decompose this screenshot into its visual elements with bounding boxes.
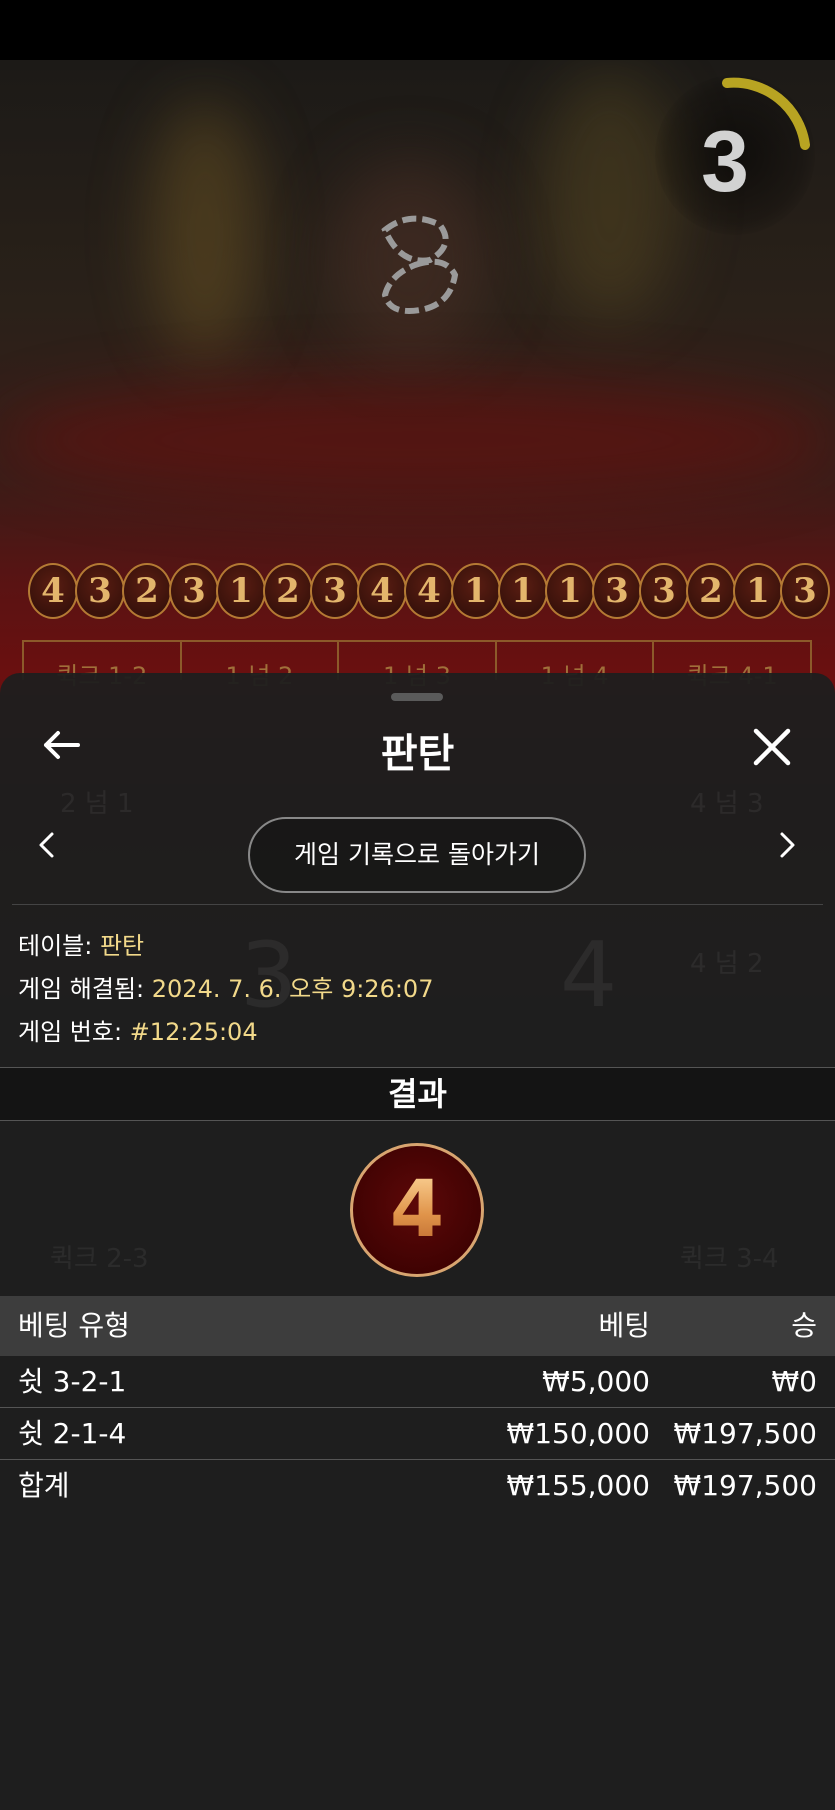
col-bet-type: 베팅 유형 [18,1309,130,1342]
divider [12,904,823,905]
history-chip: 1 [545,563,595,619]
history-chip: 3 [75,563,125,619]
result-chip: 4 [350,1143,484,1277]
result-history-strip: 43231234411133213 [28,563,835,619]
col-win: 승 [791,1309,817,1342]
previous-game-chevron-icon[interactable] [30,828,64,862]
table-label: 테이블: [18,932,93,960]
resolved-label: 게임 해결됨: [18,975,145,1003]
col-bet: 베팅 [598,1309,650,1342]
history-chip: 3 [310,563,360,619]
history-chip: 1 [498,563,548,619]
countdown-timer: 3 [655,75,815,235]
history-chip: 4 [357,563,407,619]
sheet-title: 판탄 [380,731,455,777]
table-value: 판탄 [99,932,145,960]
win-amount-cell: ₩197,500 [673,1417,817,1450]
bet-table-header: 베팅 유형 베팅 승 [0,1296,835,1356]
table-info: 테이블: 판탄 [18,926,144,961]
history-chip: 1 [733,563,783,619]
loading-logo-icon [381,215,459,314]
win-amount-cell: ₩0 [771,1365,818,1398]
timer-value: 3 [701,114,749,210]
table-total-row: 합계 ₩155,000 ₩197,500 [0,1460,835,1512]
game-detail-sheet: 2 넘 1 4 넘 3 3 4 4 넘 2 퀵크 2-3 퀵크 3-4 판탄 게… [0,673,835,1810]
history-chip: 3 [169,563,219,619]
status-bar [0,0,835,60]
game-number-label: 게임 번호: [18,1018,123,1046]
next-game-chevron-icon[interactable] [770,828,804,862]
close-button[interactable] [750,725,794,769]
bet-amount-cell: ₩5,000 [542,1365,650,1398]
history-chip: 4 [28,563,78,619]
bet-type-cell: 쉿 2-1-4 [18,1417,127,1450]
history-chip: 2 [122,563,172,619]
history-chip: 3 [639,563,689,619]
table-row: 쉿 3-2-1 ₩5,000 ₩0 [0,1356,835,1408]
total-label: 합계 [18,1469,70,1502]
total-win: ₩197,500 [673,1469,817,1502]
bet-type-cell: 쉿 3-2-1 [18,1365,127,1398]
table-row: 쉿 2-1-4 ₩150,000 ₩197,500 [0,1408,835,1460]
history-chip: 1 [451,563,501,619]
result-header: 결과 [0,1067,835,1121]
sheet-drag-handle[interactable] [391,693,443,701]
history-chip: 4 [404,563,454,619]
result-value: 4 [389,1165,445,1255]
history-chip: 2 [686,563,736,619]
resolved-value: 2024. 7. 6. 오후 9:26:07 [151,975,434,1003]
game-number-info: 게임 번호: #12:25:04 [18,1012,258,1047]
bet-amount-cell: ₩150,000 [506,1417,650,1450]
game-number-value: #12:25:04 [129,1018,258,1046]
history-chip: 1 [216,563,266,619]
history-chip: 2 [263,563,313,619]
history-chip: 3 [780,563,830,619]
history-chip: 3 [592,563,642,619]
back-to-history-button[interactable]: 게임 기록으로 돌아가기 [248,817,586,893]
total-bet: ₩155,000 [506,1469,650,1502]
resolved-info: 게임 해결됨: 2024. 7. 6. 오후 9:26:07 [18,969,433,1004]
